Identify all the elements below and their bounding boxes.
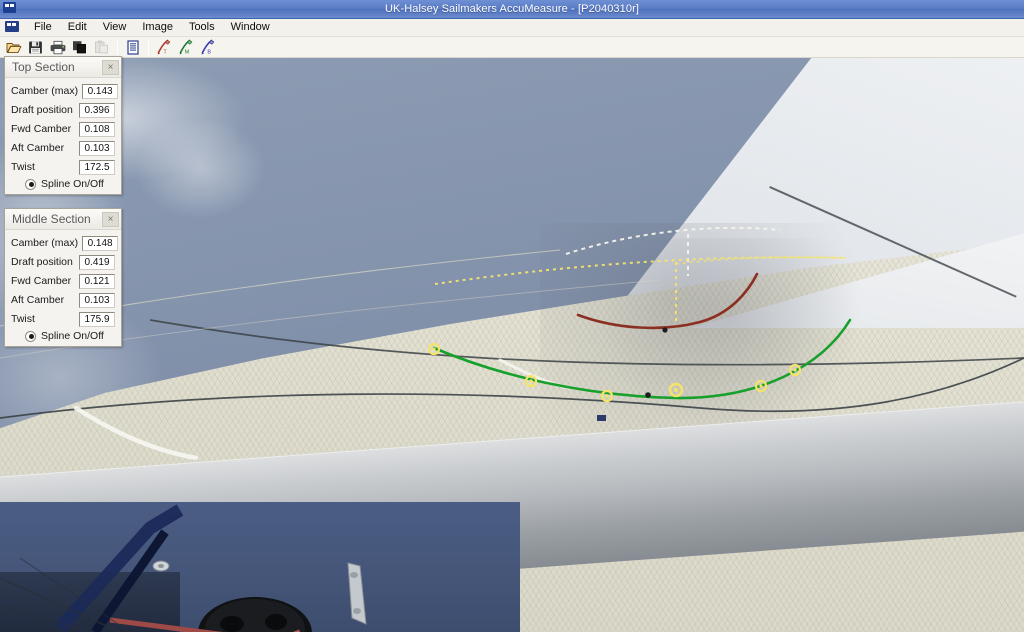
svg-text:M: M (185, 50, 190, 55)
report-button[interactable] (122, 38, 143, 57)
spline-toggle-radio[interactable] (25, 330, 36, 342)
spline-toggle-label: Spline On/Off (41, 178, 104, 190)
twist-input[interactable] (79, 159, 115, 175)
field-row: Aft Camber (11, 292, 115, 308)
window-title: UK-Halsey Sailmakers AccuMeasure - [P204… (384, 3, 640, 15)
menu-item-image[interactable]: Image (134, 19, 181, 36)
toolbar-separator (117, 39, 118, 55)
close-icon[interactable]: × (102, 59, 119, 75)
sail-photograph (0, 58, 1024, 632)
camber-max-input[interactable] (82, 235, 119, 251)
menu-bar: File Edit View Image Tools Window (0, 19, 1024, 37)
application-window: UK-Halsey Sailmakers AccuMeasure - [P204… (0, 0, 1024, 632)
camber-max-input[interactable] (82, 83, 119, 99)
app-icon (3, 2, 17, 16)
twist-input[interactable] (79, 311, 115, 327)
twist-label: Twist (11, 313, 35, 325)
floppy-disk-icon (29, 41, 42, 53)
aft-camber-label: Aft Camber (11, 142, 65, 154)
copy-icon (73, 41, 86, 54)
middle-section-panel-body: Camber (max) Draft position Fwd Camber A… (5, 230, 121, 346)
menu-item-tools[interactable]: Tools (181, 19, 223, 36)
fwd-camber-input[interactable] (79, 273, 115, 289)
document-list-icon (126, 39, 139, 55)
toolbar-separator (148, 39, 149, 55)
spline-toggle-row[interactable]: Spline On/Off (25, 330, 115, 342)
pen-curve-icon: B (201, 39, 215, 55)
toolbar: T M B (0, 37, 1024, 58)
water-dark-region (0, 572, 180, 632)
image-canvas[interactable] (0, 58, 1024, 632)
open-button[interactable] (3, 38, 24, 57)
save-button[interactable] (25, 38, 46, 57)
field-row: Twist (11, 159, 115, 175)
svg-text:T: T (163, 50, 167, 55)
field-row: Fwd Camber (11, 273, 115, 289)
fwd-camber-label: Fwd Camber (11, 275, 72, 287)
draft-position-input[interactable] (79, 254, 115, 270)
copy-button[interactable] (69, 38, 90, 57)
paste-button (91, 38, 112, 57)
top-section-panel-title: Top Section (12, 59, 75, 74)
pen-curve-icon: M (179, 39, 193, 55)
draft-position-label: Draft position (11, 256, 73, 268)
top-section-panel[interactable]: Top Section × Camber (max) Draft positio… (4, 56, 122, 195)
close-icon[interactable]: × (102, 211, 119, 227)
menu-item-window[interactable]: Window (223, 19, 278, 36)
aft-camber-label: Aft Camber (11, 294, 65, 306)
fwd-camber-input[interactable] (79, 121, 115, 137)
menu-item-edit[interactable]: Edit (60, 19, 95, 36)
menu-item-file[interactable]: File (26, 19, 60, 36)
pen-curve-icon: T (157, 39, 171, 55)
menu-item-view[interactable]: View (95, 19, 135, 36)
paste-icon (94, 40, 109, 54)
print-button[interactable] (47, 38, 68, 57)
camber-max-label: Camber (max) (11, 237, 79, 249)
camber-max-label: Camber (max) (11, 85, 79, 97)
aft-camber-input[interactable] (79, 292, 115, 308)
top-section-panel-body: Camber (max) Draft position Fwd Camber A… (5, 78, 121, 194)
middle-spline-button[interactable]: M (175, 38, 196, 57)
top-section-panel-titlebar[interactable]: Top Section × (5, 57, 121, 78)
field-row: Draft position (11, 102, 115, 118)
spline-toggle-row[interactable]: Spline On/Off (25, 178, 115, 190)
middle-section-panel-titlebar[interactable]: Middle Section × (5, 209, 121, 230)
spline-toggle-radio[interactable] (25, 178, 36, 190)
field-row: Camber (max) (11, 235, 119, 251)
document-system-icon[interactable] (5, 21, 20, 34)
field-row: Draft position (11, 254, 115, 270)
field-row: Camber (max) (11, 83, 119, 99)
svg-text:B: B (207, 50, 211, 55)
bottom-spline-button[interactable]: B (197, 38, 218, 57)
spline-toggle-label: Spline On/Off (41, 330, 104, 342)
draft-position-label: Draft position (11, 104, 73, 116)
field-row: Twist (11, 311, 115, 327)
printer-icon (50, 40, 65, 54)
draft-position-input[interactable] (79, 102, 115, 118)
aft-camber-input[interactable] (79, 140, 115, 156)
top-spline-button[interactable]: T (153, 38, 174, 57)
fwd-camber-label: Fwd Camber (11, 123, 72, 135)
field-row: Fwd Camber (11, 121, 115, 137)
middle-section-panel-title: Middle Section (12, 211, 91, 226)
twist-label: Twist (11, 161, 35, 173)
middle-section-panel[interactable]: Middle Section × Camber (max) Draft posi… (4, 208, 122, 347)
folder-open-icon (6, 42, 21, 53)
window-titlebar[interactable]: UK-Halsey Sailmakers AccuMeasure - [P204… (0, 0, 1024, 19)
field-row: Aft Camber (11, 140, 115, 156)
